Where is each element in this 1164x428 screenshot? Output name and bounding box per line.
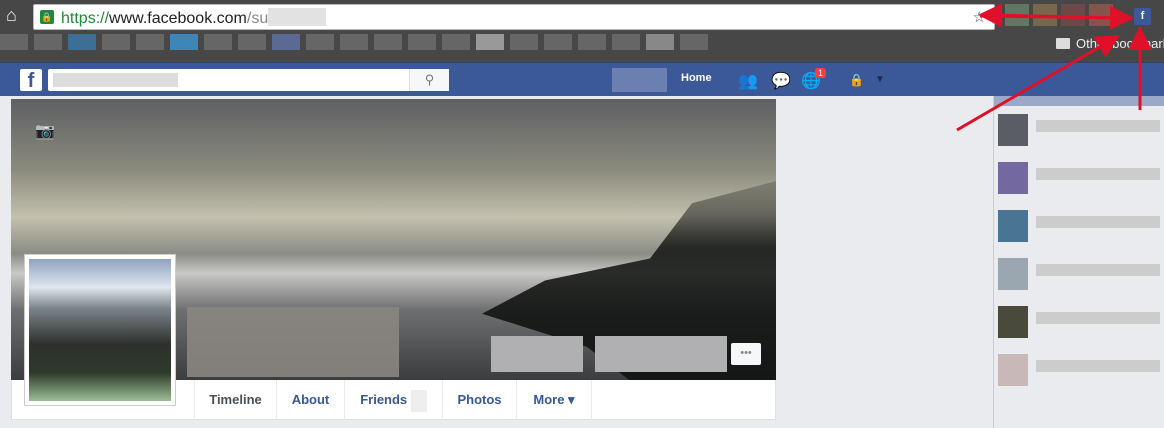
bookmarks-bar: [0, 34, 980, 54]
tab-more[interactable]: More ▾: [517, 380, 592, 420]
extension-icon[interactable]: [1061, 4, 1085, 26]
bookmark-item[interactable]: [102, 34, 130, 50]
bookmark-item[interactable]: [68, 34, 96, 50]
other-bookmarks[interactable]: Other bookmarks: [1056, 36, 1164, 51]
url-host: www.facebook.com: [109, 10, 247, 27]
lock-icon: 🔒: [40, 10, 54, 24]
bookmark-star-icon[interactable]: ☆: [973, 8, 986, 26]
bookmark-item[interactable]: [476, 34, 504, 50]
home-icon[interactable]: ⌂: [6, 6, 24, 24]
profile-picture[interactable]: [24, 254, 176, 406]
contact-avatar: [998, 306, 1028, 338]
contact-name-redacted: [1036, 120, 1160, 132]
url-path: /su: [246, 10, 269, 27]
extension-icon[interactable]: [1033, 4, 1057, 26]
friend-requests-icon[interactable]: 👥: [738, 71, 758, 91]
bookmark-item[interactable]: [544, 34, 572, 50]
search-placeholder-redacted: [53, 73, 178, 87]
other-bookmarks-label: Other bookmarks: [1076, 36, 1164, 51]
sidebar-header: [994, 96, 1164, 106]
contact-name-redacted: [1036, 312, 1160, 324]
chat-sidebar: [993, 96, 1164, 428]
folder-icon: [1056, 38, 1070, 49]
notification-badge: 1: [815, 68, 827, 78]
bookmark-item[interactable]: [340, 34, 368, 50]
contact-name-redacted: [1036, 360, 1160, 372]
contact-name-redacted: [1036, 264, 1160, 276]
contact-name-redacted: [1036, 168, 1160, 180]
search-input[interactable]: ⚲: [48, 69, 449, 91]
list-item[interactable]: [994, 346, 1164, 394]
messages-icon[interactable]: 💬: [771, 71, 791, 91]
friends-count-redacted: [410, 389, 427, 412]
address-bar[interactable]: 🔒 https://www.facebook.com/su ☆: [33, 4, 995, 30]
bookmark-item[interactable]: [0, 34, 28, 50]
contact-avatar: [998, 114, 1028, 146]
bookmark-item[interactable]: [646, 34, 674, 50]
facebook-extension-icon[interactable]: f: [1134, 8, 1151, 25]
tab-about[interactable]: About: [277, 380, 345, 420]
add-friend-button[interactable]: [491, 336, 583, 372]
account-menu-chevron-icon[interactable]: ▼: [875, 74, 885, 85]
extension-icon[interactable]: [1089, 4, 1113, 26]
bookmark-item[interactable]: [238, 34, 266, 50]
contact-avatar: [998, 258, 1028, 290]
message-button[interactable]: [595, 336, 727, 372]
privacy-lock-icon[interactable]: 🔒: [849, 73, 864, 87]
contact-name-redacted: [1036, 216, 1160, 228]
bookmark-item[interactable]: [442, 34, 470, 50]
bookmark-item[interactable]: [34, 34, 62, 50]
bookmark-item[interactable]: [204, 34, 232, 50]
search-icon[interactable]: ⚲: [409, 69, 449, 91]
profile-name-redacted: [187, 307, 399, 377]
url-redacted: [268, 8, 327, 26]
tab-photos[interactable]: Photos: [443, 380, 517, 420]
bookmark-item[interactable]: [136, 34, 164, 50]
list-item[interactable]: [994, 202, 1164, 250]
bookmark-item[interactable]: [170, 34, 198, 50]
bookmark-item[interactable]: [510, 34, 538, 50]
bookmark-item[interactable]: [612, 34, 640, 50]
profile-picture-image: [29, 259, 171, 401]
extension-icon[interactable]: [1005, 4, 1029, 26]
url-scheme: https://: [61, 10, 110, 27]
home-link[interactable]: Home: [681, 72, 712, 84]
facebook-nav-bar: f ⚲ Home 👥 💬 🌐 1 🔒 ▼: [0, 62, 1164, 96]
list-item[interactable]: [994, 250, 1164, 298]
bookmark-item[interactable]: [680, 34, 708, 50]
contact-avatar: [998, 210, 1028, 242]
bookmark-item[interactable]: [578, 34, 606, 50]
contact-avatar: [998, 354, 1028, 386]
list-item[interactable]: [994, 106, 1164, 154]
bookmark-item[interactable]: [374, 34, 402, 50]
bookmark-item[interactable]: [408, 34, 436, 50]
url-text: https://www.facebook.com/su: [61, 8, 327, 28]
extensions-area: [1005, 4, 1125, 26]
tab-friends[interactable]: Friends: [345, 380, 443, 420]
list-item[interactable]: [994, 298, 1164, 346]
tab-friends-label: Friends: [360, 392, 408, 407]
tab-timeline[interactable]: Timeline: [194, 380, 277, 420]
list-item[interactable]: [994, 154, 1164, 202]
camera-icon[interactable]: 📷: [35, 121, 55, 141]
bookmark-item[interactable]: [272, 34, 300, 50]
bookmark-item[interactable]: [306, 34, 334, 50]
more-options-button[interactable]: •••: [731, 343, 761, 365]
profile-avatar-link[interactable]: [612, 68, 667, 92]
facebook-logo[interactable]: f: [20, 69, 42, 92]
contact-avatar: [998, 162, 1028, 194]
